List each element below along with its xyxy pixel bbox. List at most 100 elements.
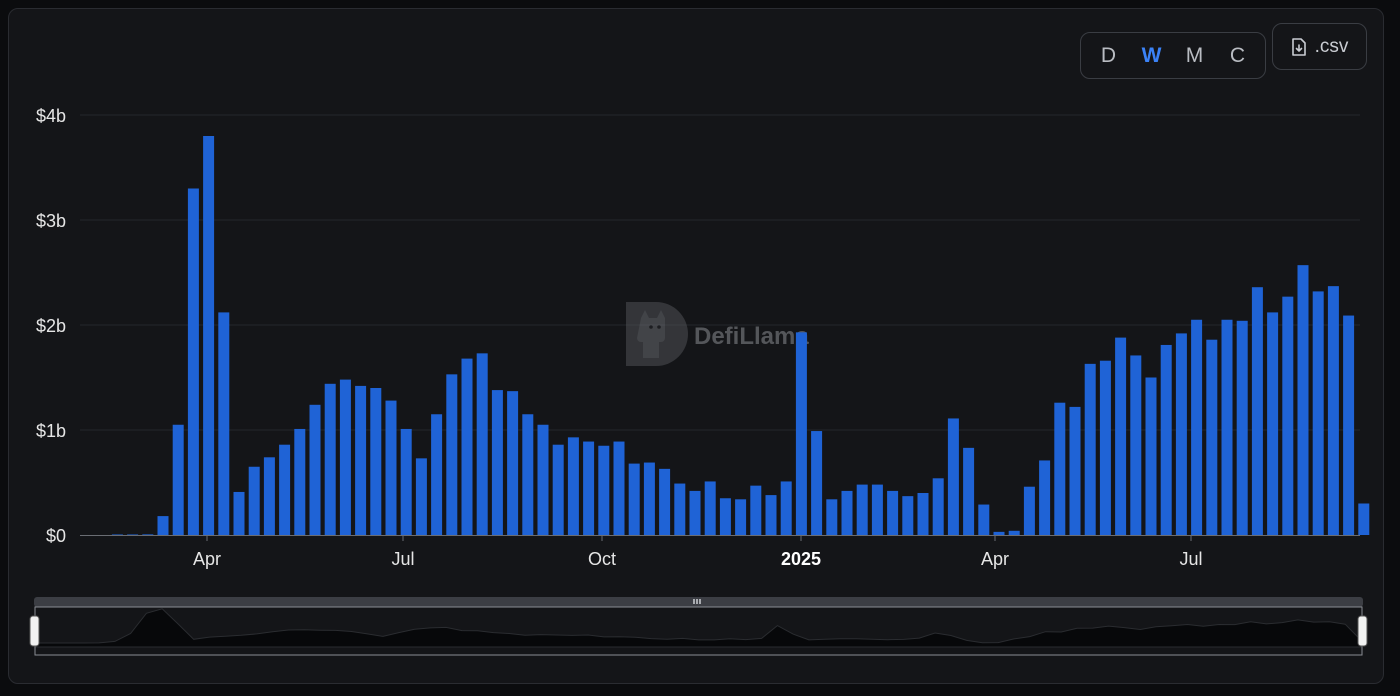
bar[interactable] (765, 495, 777, 535)
bar[interactable] (552, 444, 564, 535)
bar[interactable] (1327, 286, 1339, 535)
bar[interactable] (871, 484, 883, 535)
bar[interactable] (1039, 460, 1051, 535)
bar[interactable] (385, 400, 397, 535)
bar[interactable] (887, 490, 899, 535)
y-tick-label: $3b (36, 211, 66, 231)
bar[interactable] (719, 498, 731, 535)
bar[interactable] (841, 490, 853, 535)
bar[interactable] (370, 388, 382, 535)
bar[interactable] (643, 462, 655, 535)
bar[interactable] (583, 441, 595, 535)
bar[interactable] (461, 358, 473, 535)
bar[interactable] (279, 444, 291, 535)
bar[interactable] (1130, 355, 1142, 535)
bar[interactable] (142, 534, 154, 535)
y-tick-label: $0 (46, 526, 66, 546)
bar[interactable] (446, 374, 458, 535)
bar[interactable] (689, 490, 701, 535)
bar[interactable] (172, 424, 184, 535)
bar[interactable] (324, 383, 336, 535)
bar[interactable] (1236, 320, 1248, 535)
bar[interactable] (613, 441, 625, 535)
bar[interactable] (476, 353, 488, 535)
bar[interactable] (704, 481, 716, 535)
bar[interactable] (1343, 315, 1355, 535)
bar[interactable] (1084, 363, 1096, 535)
bar[interactable] (811, 431, 823, 535)
x-tick-label: Oct (588, 549, 616, 569)
bar[interactable] (1008, 530, 1020, 535)
bar[interactable] (963, 447, 975, 535)
x-tick-label: Jul (1179, 549, 1202, 569)
bar[interactable] (1267, 312, 1279, 535)
y-tick-label: $1b (36, 421, 66, 441)
bar[interactable] (1358, 503, 1370, 536)
bar[interactable] (947, 418, 959, 535)
bar[interactable] (917, 493, 929, 535)
bar[interactable] (1191, 319, 1203, 535)
bar[interactable] (294, 428, 306, 535)
bar[interactable] (932, 478, 944, 535)
navigator-left-handle[interactable] (29, 615, 40, 647)
bar[interactable] (628, 463, 640, 535)
bar[interactable] (233, 491, 245, 535)
bar[interactable] (826, 499, 838, 535)
bar[interactable] (902, 496, 914, 535)
bar-chart: $0 $1b $2b $3b $4b DefiLlama Apr Jul Oct 2025 Ap… (29, 106, 1370, 656)
bar[interactable] (1023, 486, 1035, 535)
bar[interactable] (1297, 265, 1309, 535)
bar[interactable] (157, 516, 169, 535)
bar[interactable] (674, 483, 686, 535)
watermark-text: DefiLlama (694, 323, 809, 350)
x-tick-label: Apr (981, 549, 1009, 569)
bar[interactable] (339, 379, 351, 535)
bar[interactable] (993, 531, 1005, 535)
navigator-scrollbar[interactable] (34, 597, 1363, 607)
bar[interactable] (491, 390, 503, 535)
zoom-navigator (29, 597, 1368, 656)
bar[interactable] (415, 458, 427, 535)
bar[interactable] (1099, 360, 1111, 535)
bar[interactable] (1312, 291, 1324, 535)
navigator-right-handle[interactable] (1357, 615, 1368, 647)
bar[interactable] (1221, 319, 1233, 535)
llama-logo-icon (626, 302, 688, 366)
x-tick-label: 2025 (781, 549, 821, 569)
bar[interactable] (1115, 337, 1127, 535)
bar[interactable] (507, 391, 519, 535)
bar[interactable] (400, 428, 412, 535)
y-tick-label: $4b (36, 106, 66, 126)
bar[interactable] (1054, 402, 1066, 535)
bar[interactable] (248, 466, 260, 535)
bar[interactable] (1251, 287, 1263, 535)
bar[interactable] (567, 437, 579, 535)
bar[interactable] (978, 504, 990, 535)
bar[interactable] (1145, 377, 1157, 536)
bar[interactable] (1175, 333, 1187, 535)
bar[interactable] (537, 424, 549, 535)
bar[interactable] (659, 468, 671, 535)
bar[interactable] (856, 484, 868, 535)
bar[interactable] (1160, 344, 1172, 535)
bar[interactable] (309, 404, 321, 535)
bar[interactable] (203, 136, 215, 535)
x-tick-label: Jul (391, 549, 414, 569)
bar[interactable] (187, 188, 199, 536)
bar[interactable] (750, 485, 762, 535)
bar[interactable] (522, 414, 534, 535)
bar[interactable] (127, 534, 139, 535)
bar[interactable] (735, 499, 747, 535)
bar[interactable] (598, 445, 610, 535)
bar[interactable] (795, 332, 807, 535)
bar[interactable] (111, 534, 123, 535)
watermark: DefiLlama (626, 302, 809, 366)
bar[interactable] (263, 457, 275, 535)
bar[interactable] (1282, 296, 1294, 535)
bar[interactable] (431, 414, 443, 535)
bar[interactable] (1206, 339, 1218, 535)
bar[interactable] (218, 312, 230, 535)
bar[interactable] (780, 481, 792, 535)
bar[interactable] (1069, 406, 1081, 535)
bar[interactable] (355, 385, 367, 535)
